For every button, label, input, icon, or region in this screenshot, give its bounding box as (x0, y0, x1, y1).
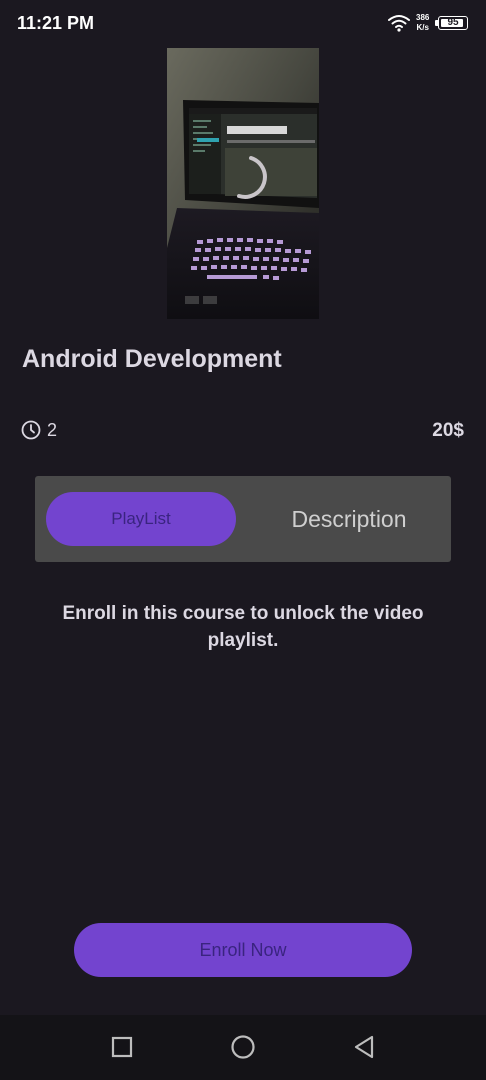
status-time: 11:21 PM (17, 13, 95, 33)
home-circle-icon[interactable] (230, 1034, 256, 1060)
net-speed: 386 K/s (416, 13, 429, 33)
back-triangle-icon[interactable] (352, 1034, 378, 1060)
system-nav-bar (0, 1015, 486, 1080)
course-price: 20$ (432, 420, 464, 441)
tab-description-label: Description (291, 505, 407, 532)
clock-icon (21, 420, 41, 440)
wifi-icon (388, 15, 410, 32)
laptop-photo-image (167, 48, 319, 319)
status-bar: 11:21 PM 386 K/s 95 (0, 0, 486, 46)
course-title: Android Development (22, 345, 282, 373)
course-duration: 2 (47, 420, 58, 440)
battery-percent: 95 (447, 17, 459, 28)
tab-playlist[interactable]: PlayList (46, 492, 236, 546)
tab-bar: PlayList Description (35, 476, 451, 562)
recents-square-icon[interactable] (109, 1034, 135, 1060)
course-thumbnail[interactable] (167, 48, 319, 319)
locked-playlist-message: Enroll in this course to unlock the vide… (62, 603, 424, 651)
tab-playlist-label: PlayList (111, 509, 171, 528)
net-speed-value: 386 (416, 13, 430, 22)
enroll-now-label: Enroll Now (199, 939, 287, 960)
net-speed-unit: K/s (416, 23, 429, 32)
battery-icon: 95 (438, 16, 468, 30)
tab-description[interactable]: Description (250, 492, 448, 546)
enroll-now-button[interactable]: Enroll Now (74, 923, 412, 977)
